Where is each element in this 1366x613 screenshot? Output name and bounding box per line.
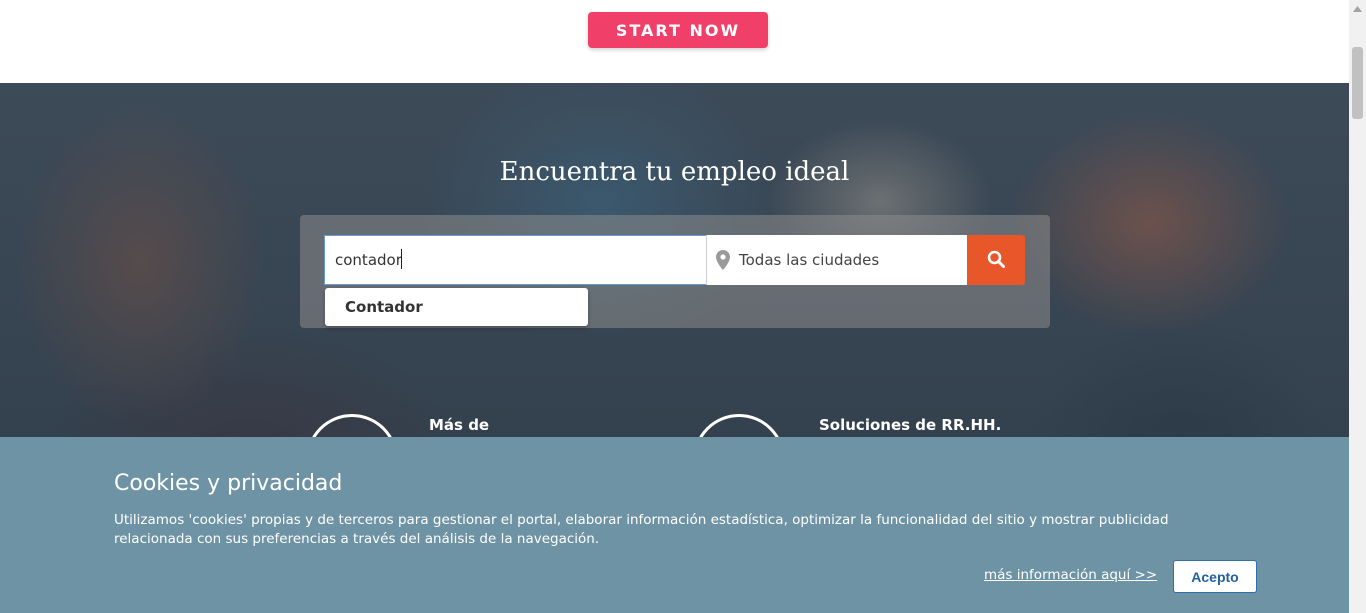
top-strip: START NOW — [0, 0, 1349, 83]
scrollbar-thumb[interactable] — [1352, 47, 1363, 119]
more-info-link[interactable]: más información aquí >> — [984, 567, 1157, 583]
accept-cookies-button[interactable]: Acepto — [1173, 560, 1257, 593]
vertical-scrollbar[interactable] — [1349, 0, 1366, 613]
keyword-search-input[interactable] — [324, 235, 706, 285]
city-select-value: Todas las ciudades — [739, 251, 880, 269]
feature-label: Más de — [429, 416, 490, 434]
cookie-banner-text: Utilizamos 'cookies' propias y de tercer… — [114, 512, 1169, 547]
start-now-button[interactable]: START NOW — [588, 12, 768, 48]
text-caret — [401, 249, 402, 269]
feature-label: Soluciones de RR.HH. — [819, 416, 1002, 434]
cookie-banner: Cookies y privacidad Utilizamos 'cookies… — [0, 437, 1349, 613]
search-panel: Todas las ciudades Contador — [300, 215, 1050, 328]
cookie-banner-title: Cookies y privacidad — [114, 471, 343, 496]
page: START NOW Encuentra tu empleo ideal Toda… — [0, 0, 1366, 613]
search-button[interactable] — [967, 235, 1025, 285]
map-pin-icon — [709, 235, 737, 285]
autocomplete-dropdown: Contador — [325, 288, 588, 326]
chevron-up-icon[interactable] — [1349, 0, 1366, 17]
search-icon — [987, 250, 1005, 271]
hero-title: Encuentra tu empleo ideal — [499, 157, 850, 187]
autocomplete-option[interactable]: Contador — [325, 288, 588, 326]
city-select[interactable]: Todas las ciudades — [706, 235, 967, 285]
